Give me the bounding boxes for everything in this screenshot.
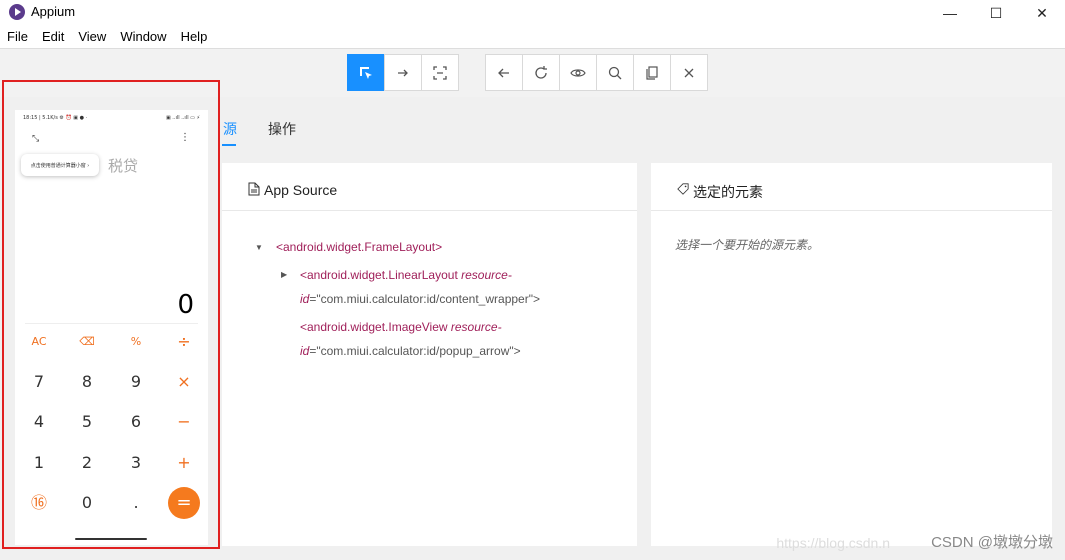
menu-help[interactable]: Help — [174, 28, 215, 48]
tag-icon — [677, 183, 689, 195]
selected-element-header: 选定的元素 — [651, 163, 1052, 211]
tap-by-coordinates-button[interactable] — [421, 54, 459, 91]
watermark-url: https://blog.csdn.n — [776, 535, 890, 551]
selected-element-hint: 选择一个要开始的源元素。 — [675, 238, 820, 252]
selected-element-panel: 选定的元素 选择一个要开始的源元素。 — [651, 163, 1052, 546]
eye-icon — [570, 68, 586, 77]
tree-node-value: ="com.miui.calculator:id/popup_arrow"> — [309, 344, 521, 358]
selected-element-title: 选定的元素 — [693, 184, 763, 200]
copy-xml-source-button[interactable] — [633, 54, 671, 91]
close-window-button[interactable]: ✕ — [1019, 0, 1065, 26]
device-highlight-outline — [2, 80, 220, 549]
title-bar: Appium — ☐ ✕ — [0, 0, 1065, 26]
tree-node-linearlayout-cont[interactable]: id="com.miui.calculator:id/content_wrapp… — [300, 292, 540, 306]
quit-session-button[interactable] — [670, 54, 708, 91]
caret-right-icon[interactable]: ▶ — [281, 270, 287, 279]
frame-corners-icon — [433, 65, 447, 80]
appium-logo-icon — [9, 4, 25, 20]
tree-node-imageview[interactable]: <android.widget.ImageView resource- — [300, 320, 502, 334]
tree-node-tag: <android.widget.FrameLayout> — [276, 240, 443, 254]
active-tab-underline — [222, 144, 236, 146]
maximize-button[interactable]: ☐ — [973, 0, 1019, 26]
tree-node-attr: resource- — [450, 320, 502, 334]
app-source-title: App Source — [264, 182, 338, 198]
menu-edit[interactable]: Edit — [35, 28, 71, 48]
search-elements-button[interactable] — [596, 54, 634, 91]
select-elements-button[interactable] — [347, 54, 385, 91]
menu-file[interactable]: File — [0, 28, 35, 48]
caret-down-icon[interactable]: ▼ — [255, 243, 263, 252]
tree-node-linearlayout[interactable]: <android.widget.LinearLayout resource- — [300, 268, 512, 282]
menu-view[interactable]: View — [71, 28, 113, 48]
close-icon — [684, 68, 694, 77]
tab-operations[interactable]: 操作 — [268, 119, 296, 139]
tree-node-framelayout[interactable]: <android.widget.FrameLayout> — [276, 240, 442, 254]
file-icon — [248, 182, 260, 196]
search-icon — [608, 66, 622, 79]
tree-node-imageview-cont[interactable]: id="com.miui.calculator:id/popup_arrow"> — [300, 344, 521, 358]
app-source-header: App Source — [222, 163, 637, 211]
session-actions-group — [485, 54, 708, 91]
minimize-button[interactable]: — — [927, 0, 973, 26]
swipe-by-coordinates-button[interactable] — [384, 54, 422, 91]
menu-bar: File Edit View Window Help — [0, 28, 214, 48]
refresh-icon — [535, 65, 547, 79]
menu-window[interactable]: Window — [113, 28, 173, 48]
app-source-panel: App Source ▼ <android.widget.FrameLayout… — [222, 163, 637, 546]
tree-node-attr: resource- — [461, 268, 512, 282]
swipe-arrow-icon — [398, 69, 408, 76]
tree-node-value: ="com.miui.calculator:id/content_wrapper… — [309, 292, 540, 306]
tree-node-tag: <android.widget.LinearLayout — [300, 268, 458, 282]
arrow-left-icon — [498, 68, 509, 77]
tab-source[interactable]: 源 — [223, 119, 237, 139]
inspector-mode-group — [347, 54, 459, 91]
csdn-watermark: CSDN @墩墩分墩 — [931, 534, 1053, 551]
search-by-xpath-toggle-button[interactable] — [559, 54, 597, 91]
copy-icon — [646, 65, 658, 80]
select-cursor-icon — [360, 66, 372, 79]
tree-node-attr: id — [300, 292, 310, 306]
tree-node-tag: <android.widget.ImageView — [300, 320, 448, 334]
back-button[interactable] — [485, 54, 523, 91]
refresh-button[interactable] — [522, 54, 560, 91]
window-title: Appium — [31, 4, 76, 19]
tree-node-attr: id — [300, 344, 310, 358]
